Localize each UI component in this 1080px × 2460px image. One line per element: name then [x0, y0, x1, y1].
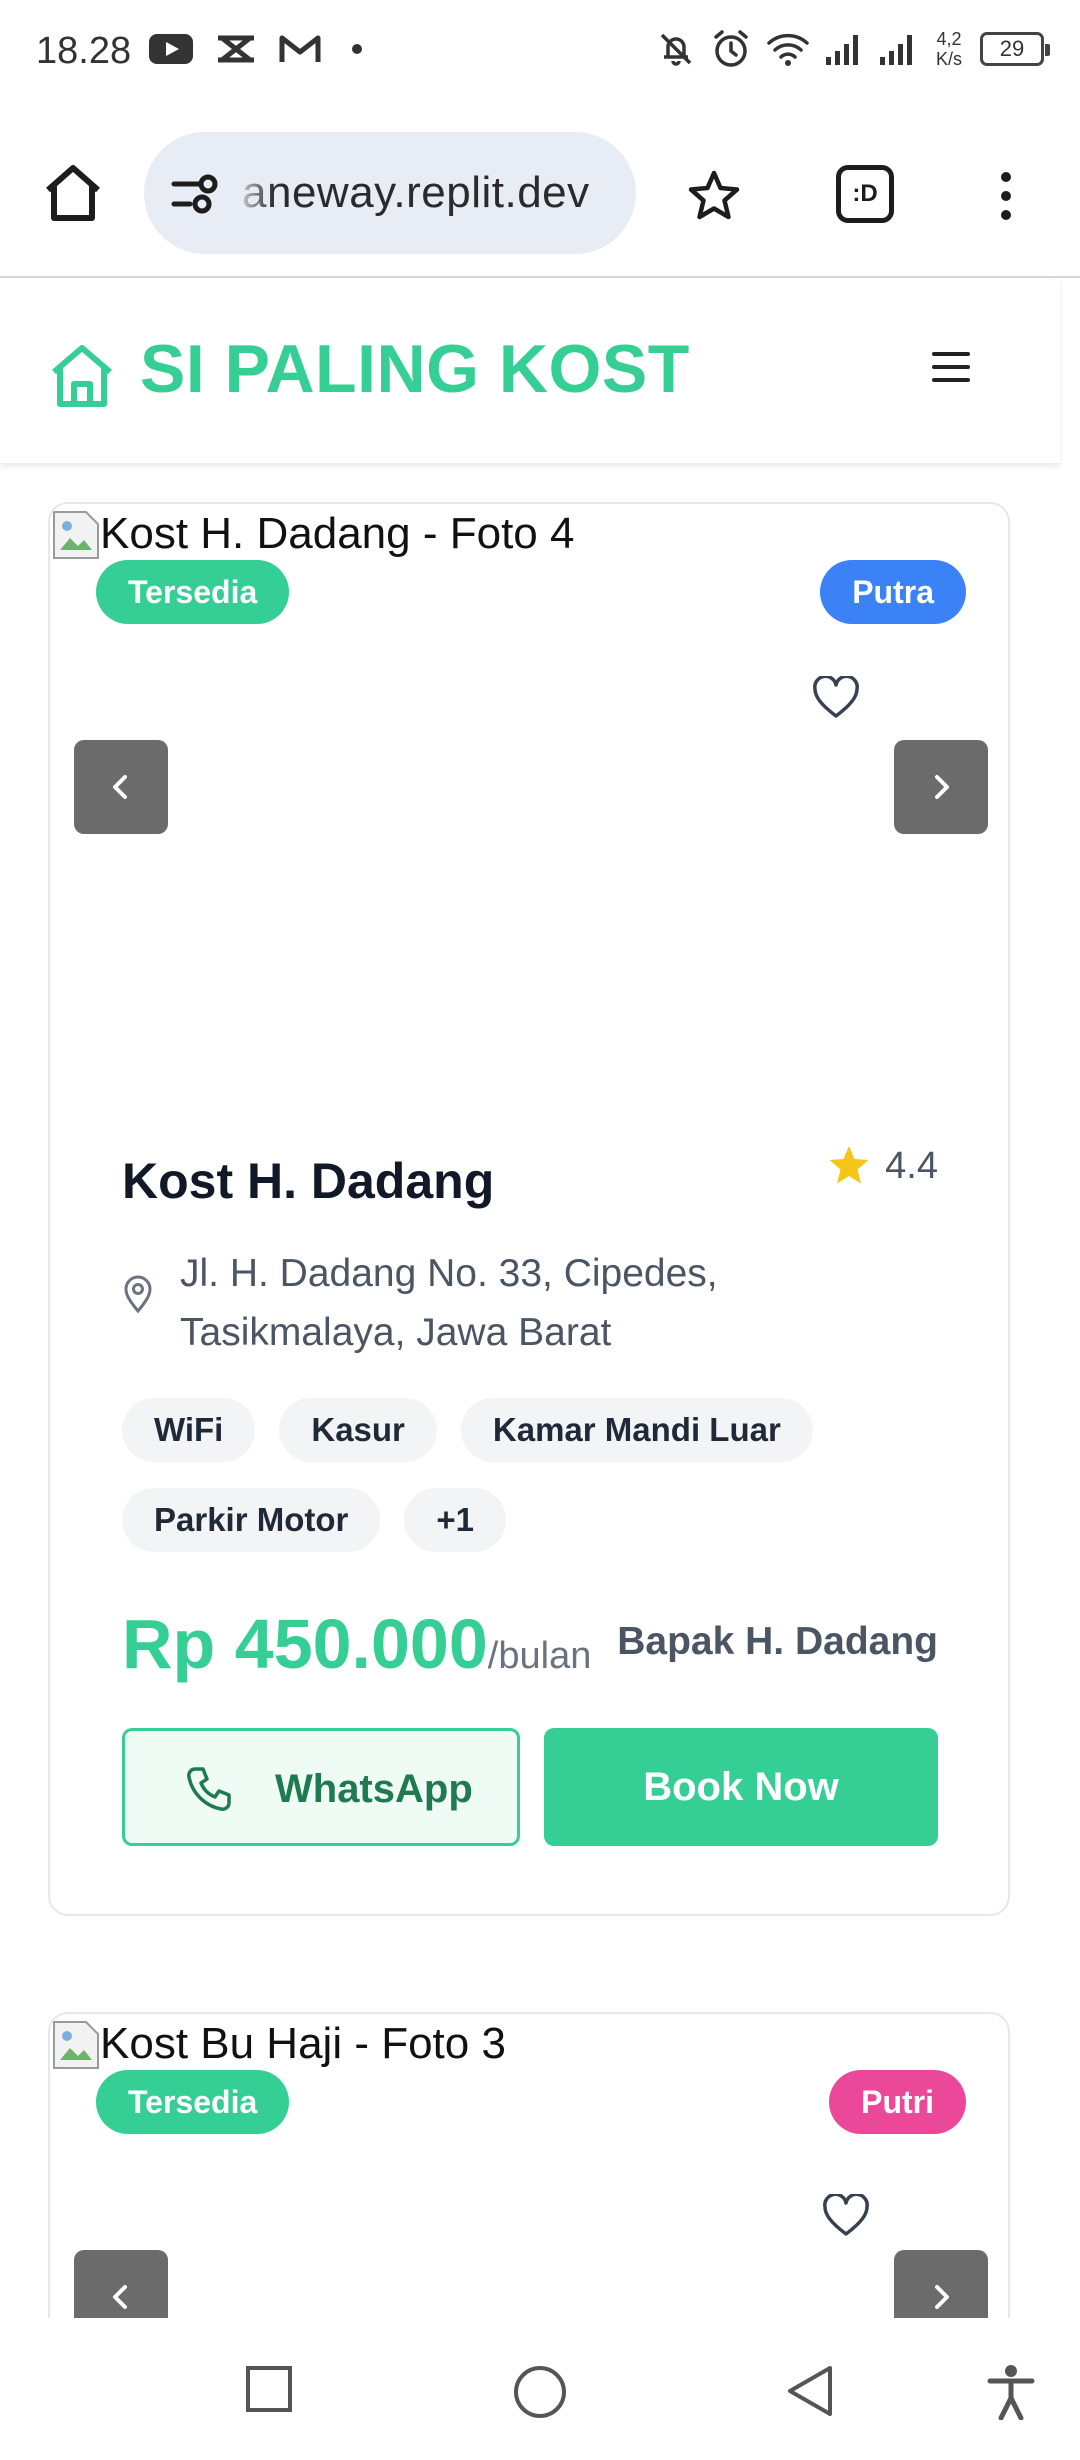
site-header: SI PALING KOST [0, 280, 1060, 464]
chevron-left-icon [113, 775, 127, 799]
youtube-icon [149, 34, 193, 64]
site-settings-icon[interactable] [170, 172, 220, 216]
capcut-icon [218, 35, 254, 63]
price-amount: Rp 450.000 [122, 1605, 488, 1683]
facility-chips: WiFi Kasur Kamar Mandi Luar Parkir Motor… [122, 1398, 942, 1552]
system-status-icons: 4,2 K/s 29 [656, 28, 1050, 70]
notification-icons [148, 32, 372, 66]
status-badge: Tersedia [96, 2070, 290, 2134]
status-badge: Tersedia [96, 560, 290, 624]
chevron-right-icon [935, 2285, 949, 2309]
type-badge: Putra [820, 560, 966, 624]
type-badge: Putri [829, 2070, 966, 2134]
net-speed-value: 4,2 [936, 29, 962, 49]
home-icon[interactable] [42, 162, 104, 224]
chevron-left-icon [113, 2285, 127, 2309]
browser-toolbar: aneway.replit.dev :D [0, 110, 1080, 278]
owner-name: Bapak H. Dadang [617, 1620, 938, 1663]
signal-icon [826, 35, 858, 65]
more-facilities-chip[interactable]: +1 [404, 1488, 506, 1552]
address-bar[interactable]: aneway.replit.dev [144, 132, 636, 254]
price: Rp 450.000/bulan [122, 1604, 591, 1684]
listing-card: Kost H. Dadang - Foto 4 Tersedia Putra K… [48, 502, 1010, 1916]
listing-photo: Kost H. Dadang - Foto 4 Tersedia Putra [50, 504, 1008, 1064]
square-icon [246, 2366, 292, 2412]
net-speed: 4,2 K/s [932, 29, 966, 69]
accessibility-button[interactable] [986, 2364, 1036, 2425]
broken-image-icon [53, 2021, 99, 2069]
rating: 4.4 [827, 1144, 938, 1188]
next-photo-button[interactable] [894, 740, 988, 834]
system-navigation-bar [0, 2318, 1080, 2460]
dot-icon [352, 44, 362, 54]
bookmark-star-icon[interactable] [686, 168, 742, 224]
phone-icon [187, 1767, 231, 1811]
gmail-icon [279, 35, 321, 62]
signal-icon [880, 35, 912, 65]
wifi-icon [767, 33, 809, 66]
location-pin-icon [124, 1275, 152, 1314]
tabs-icon[interactable]: :D [836, 165, 894, 223]
home-nav-button[interactable] [512, 2364, 568, 2425]
address-text: Jl. H. Dadang No. 33, Cipedes, Tasikmala… [180, 1252, 718, 1354]
listing-name[interactable]: Kost H. Dadang [122, 1152, 494, 1210]
battery-icon: 29 [980, 32, 1050, 66]
image-alt-text: Kost Bu Haji - Foto 3 [100, 2019, 506, 2068]
recents-button[interactable] [244, 2364, 294, 2419]
image-alt-text: Kost H. Dadang - Foto 4 [100, 509, 575, 558]
book-now-button[interactable]: Book Now [544, 1728, 938, 1846]
hamburger-menu-icon[interactable] [932, 352, 970, 388]
facility-chip: Parkir Motor [122, 1488, 381, 1552]
heart-icon[interactable] [812, 676, 860, 720]
accessibility-icon [987, 2365, 1035, 2421]
facility-chip: Kasur [279, 1398, 437, 1462]
url-text[interactable]: aneway.replit.dev [242, 168, 590, 218]
whatsapp-label: WhatsApp [275, 1767, 473, 1811]
broken-image-icon [53, 511, 99, 559]
circle-icon [514, 2366, 566, 2418]
broken-image: Kost Bu Haji - Foto 3 [52, 2018, 506, 2070]
whatsapp-button[interactable]: WhatsApp [122, 1728, 520, 1846]
facility-chip: Kamar Mandi Luar [460, 1398, 813, 1462]
chevron-right-icon [935, 775, 949, 799]
back-triangle-icon [788, 2366, 832, 2416]
back-button[interactable] [784, 2364, 836, 2423]
heart-icon[interactable] [822, 2194, 870, 2238]
url-fade [234, 132, 274, 254]
facility-chip: WiFi [122, 1398, 256, 1462]
home-outline-icon[interactable] [48, 342, 116, 410]
net-speed-unit: K/s [935, 49, 962, 69]
status-time: 18.28 [36, 30, 132, 72]
price-unit: /bulan [487, 1635, 592, 1677]
alarm-icon [714, 30, 748, 67]
mute-icon [660, 33, 692, 66]
broken-image: Kost H. Dadang - Foto 4 [52, 508, 574, 560]
more-vert-icon[interactable] [992, 168, 1020, 224]
brand-name[interactable]: SI PALING KOST [140, 330, 690, 408]
status-bar: 18.28 4,2 K/s 29 [0, 0, 1080, 110]
prev-photo-button[interactable] [74, 740, 168, 834]
star-icon [829, 1146, 869, 1184]
rating-value: 4.4 [885, 1144, 938, 1187]
